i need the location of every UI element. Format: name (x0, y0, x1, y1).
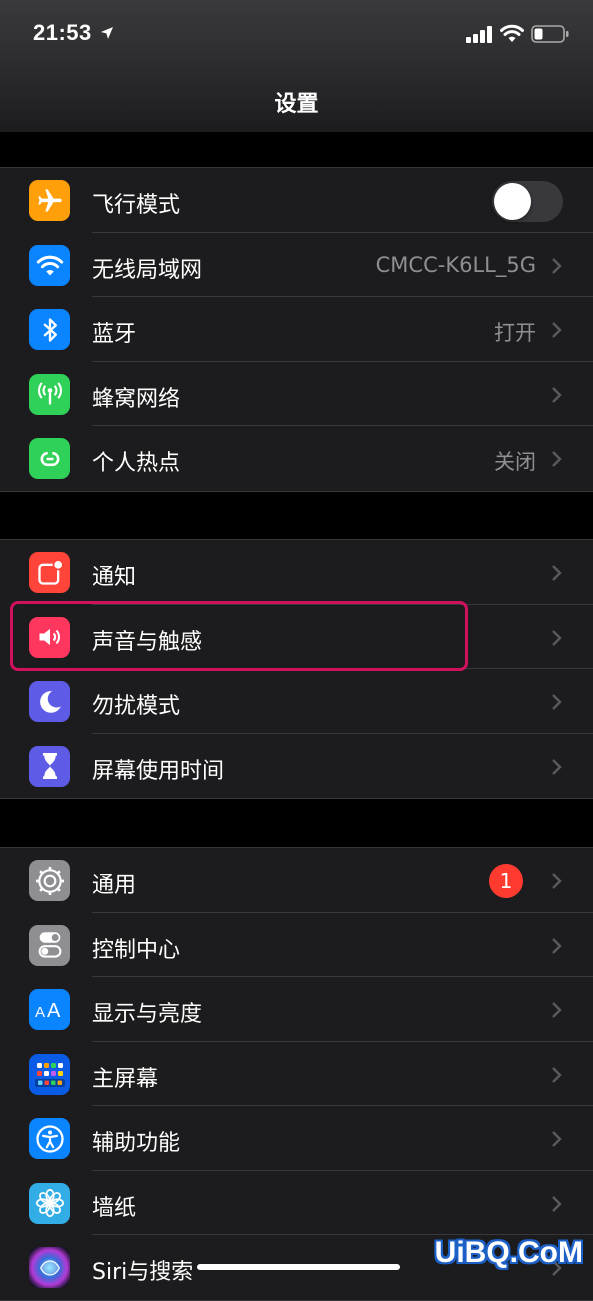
row-label: 主屏幕 (92, 1066, 159, 1092)
battery-icon (531, 25, 569, 43)
settings-row-home-screen[interactable]: 主屏幕 (0, 1042, 593, 1106)
accessibility-icon (29, 1118, 70, 1159)
chevron-right-icon (552, 451, 562, 467)
row-value: 打开 (494, 321, 536, 345)
row-label: 显示与亮度 (92, 1002, 203, 1027)
settings-group-connectivity: 飞行模式 无线局域网 CMCC-K6LL_5G 蓝牙 打开 蜂窝网络 个人热点 (0, 167, 593, 492)
airplane-mode-toggle[interactable] (492, 181, 563, 222)
chevron-right-icon (552, 1195, 562, 1212)
row-label: 通用 (92, 873, 137, 898)
settings-row-screen-time[interactable]: 屏幕使用时间 (0, 734, 593, 799)
row-value: 关闭 (494, 450, 536, 474)
cellular-signal-icon (466, 26, 492, 43)
watermark: UiBQ.CoM (434, 1236, 583, 1269)
navigation-bar: 设置 (0, 70, 593, 132)
settings-row-notifications[interactable]: 通知 (0, 540, 593, 605)
chevron-right-icon (552, 629, 562, 646)
page-title: 设置 (274, 92, 319, 117)
row-label: 屏幕使用时间 (92, 758, 225, 784)
settings-row-bluetooth[interactable]: 蓝牙 打开 (0, 297, 593, 362)
chevron-right-icon (552, 758, 562, 775)
hotspot-icon (29, 438, 70, 479)
settings-row-control-center[interactable]: 控制中心 (0, 913, 593, 977)
row-label: 勿扰模式 (92, 694, 181, 719)
settings-row-general[interactable]: 通用 1 (0, 848, 593, 913)
chevron-right-icon (552, 565, 562, 581)
hourglass-icon (29, 745, 70, 787)
row-label: 飞行模式 (92, 193, 181, 218)
row-label: 通知 (92, 565, 137, 590)
gear-icon (29, 860, 70, 901)
home-indicator[interactable] (197, 1264, 400, 1270)
airplane-icon (29, 180, 70, 221)
row-label: 辅助功能 (92, 1131, 181, 1156)
chevron-right-icon (552, 873, 562, 889)
cellular-icon (29, 373, 70, 415)
svg-text:A: A (35, 1004, 45, 1021)
wifi-signal-icon (500, 24, 524, 42)
row-value: CMCC-K6LL_5G (375, 252, 536, 277)
text-size-icon: AA (29, 989, 70, 1030)
notification-icon (29, 552, 70, 593)
svg-text:A: A (47, 1000, 61, 1021)
status-time: 21:53 (33, 20, 92, 45)
wifi-icon (29, 244, 70, 286)
settings-row-do-not-disturb[interactable]: 勿扰模式 (0, 669, 593, 734)
row-label: 墙纸 (92, 1195, 137, 1221)
row-label: 蜂窝网络 (92, 386, 181, 412)
chevron-right-icon (552, 1066, 562, 1083)
moon-icon (29, 681, 70, 722)
chevron-right-icon (552, 937, 562, 954)
bluetooth-icon (29, 309, 70, 350)
chevron-right-icon (552, 322, 562, 338)
row-label: 无线局域网 (92, 257, 203, 283)
chevron-right-icon (552, 257, 562, 274)
status-bar: 21:53 (0, 0, 593, 70)
row-label: 个人热点 (92, 451, 181, 476)
switches-icon (29, 924, 70, 966)
row-label: 控制中心 (92, 937, 181, 963)
settings-row-wlan[interactable]: 无线局域网 CMCC-K6LL_5G (0, 233, 593, 297)
settings-row-personal-hotspot[interactable]: 个人热点 关闭 (0, 426, 593, 491)
wallpaper-flower-icon (29, 1182, 70, 1224)
settings-row-wallpaper[interactable]: 墙纸 (0, 1171, 593, 1235)
highlight-frame (10, 601, 468, 671)
chevron-right-icon (552, 1131, 562, 1147)
location-arrow-icon (101, 27, 113, 39)
notification-badge: 1 (489, 864, 523, 898)
row-label: 蓝牙 (92, 322, 137, 347)
chevron-right-icon (552, 1002, 562, 1018)
toggle-knob (494, 183, 531, 220)
settings-row-display-brightness[interactable]: AA 显示与亮度 (0, 977, 593, 1042)
settings-row-airplane-mode[interactable]: 飞行模式 (0, 168, 593, 233)
row-label: Siri与搜索 (92, 1260, 194, 1285)
chevron-right-icon (552, 386, 562, 403)
settings-row-cellular[interactable]: 蜂窝网络 (0, 362, 593, 426)
chevron-right-icon (552, 694, 562, 710)
settings-group-general: 通用 1 控制中心 AA 显示与亮度 主屏幕 辅助功能 墙纸 Siri与搜索 (0, 847, 593, 1301)
home-screen-icon (29, 1053, 70, 1095)
settings-row-accessibility[interactable]: 辅助功能 (0, 1106, 593, 1171)
